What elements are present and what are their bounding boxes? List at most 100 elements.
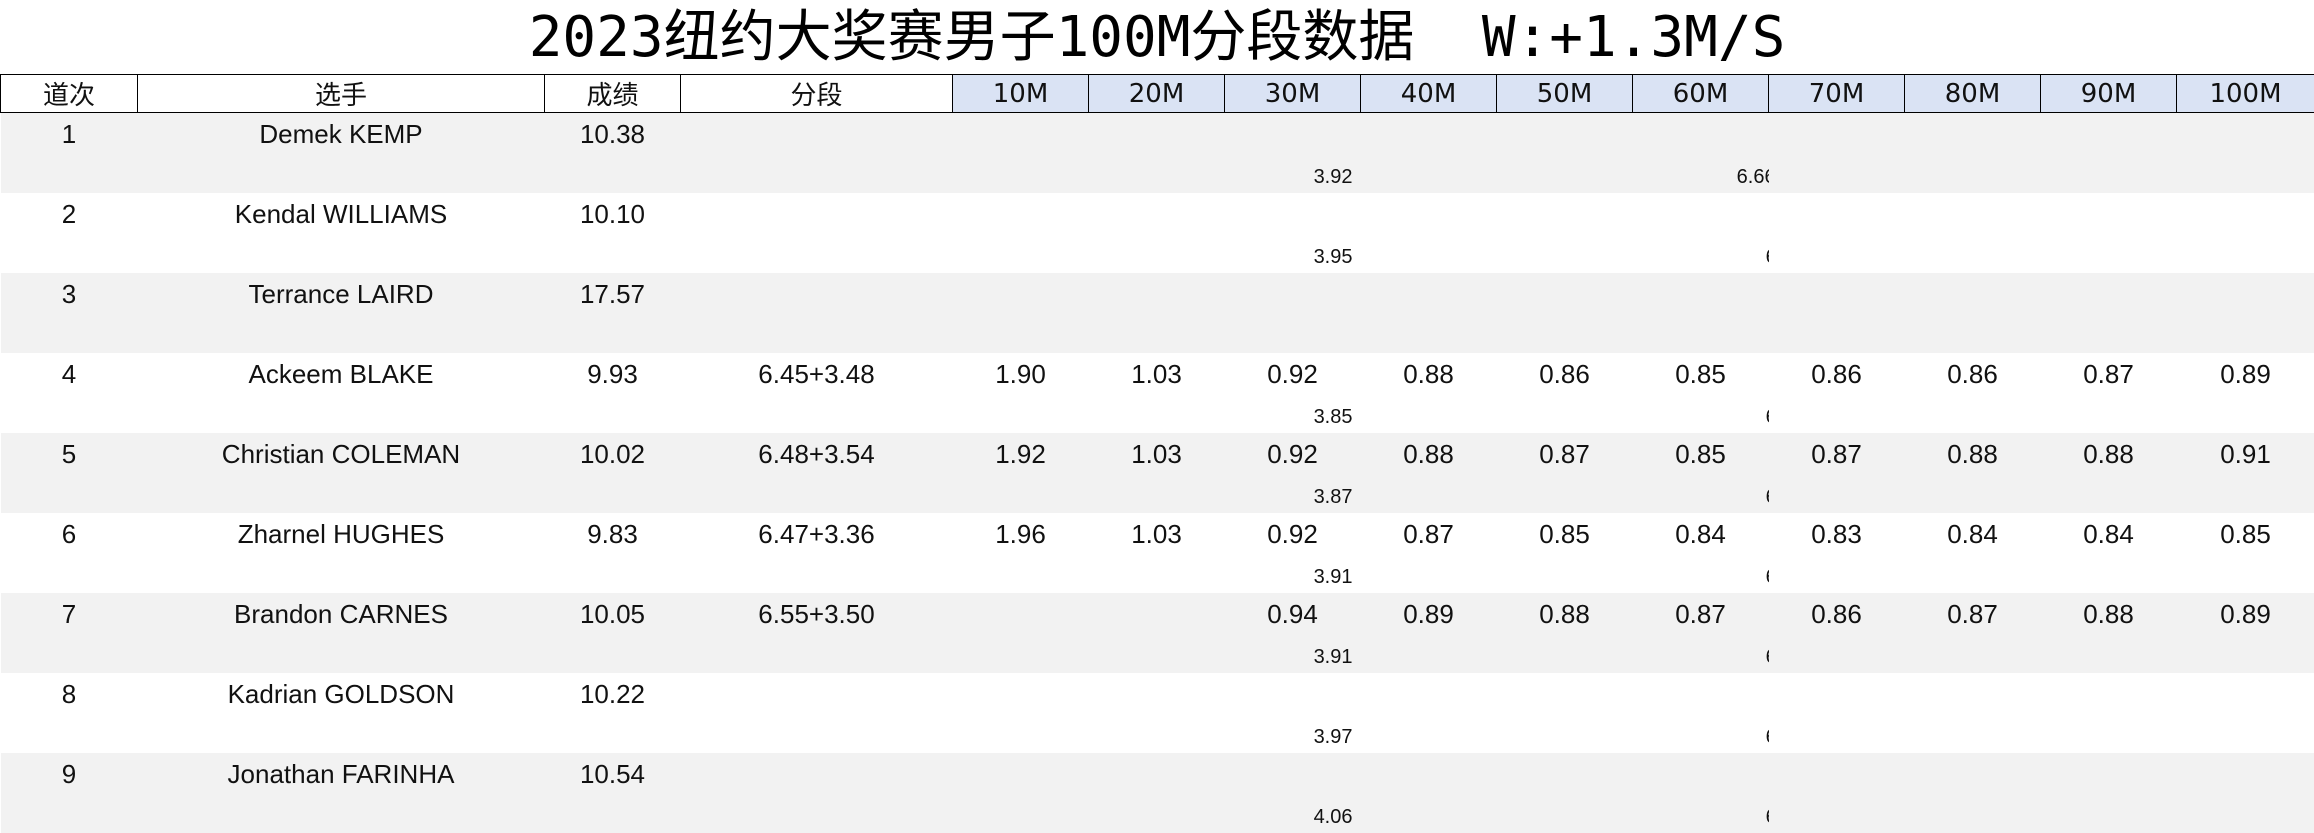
result-time-cell[interactable]: 10.02 [544, 433, 681, 513]
split-60m-cell[interactable]: 0.846.47 [1632, 513, 1805, 593]
result-time-cell[interactable]: 10.54 [544, 753, 681, 833]
split-20m-cell[interactable]: 1.03 [1088, 353, 1225, 433]
header-lane[interactable]: 道次 [0, 74, 138, 113]
athlete-name-cell[interactable]: Zharnel HUGHES [137, 513, 545, 593]
split-10m-cell[interactable]: 1.92 [952, 433, 1089, 513]
lane-number-cell[interactable]: 1 [0, 112, 138, 193]
split-10m-cell[interactable] [952, 193, 1089, 273]
segment-times-cell[interactable] [680, 193, 953, 273]
split-80m-cell[interactable]: 0.88 [1904, 433, 2041, 513]
split-30m-cell[interactable]: 3.92 [1224, 112, 1361, 193]
split-80m-cell[interactable] [1904, 673, 2041, 753]
header-split-70m[interactable]: 70M [1768, 74, 1905, 113]
split-20m-cell[interactable] [1088, 193, 1225, 273]
split-60m-cell[interactable]: 6.61 [1632, 673, 1805, 753]
athlete-name-cell[interactable]: Demek KEMP [137, 112, 545, 193]
split-80m-cell[interactable]: 0.84 [1904, 513, 2041, 593]
segment-times-cell[interactable]: 6.47+3.36 [680, 513, 953, 593]
split-90m-cell[interactable] [2040, 112, 2177, 193]
result-time-cell[interactable]: 10.38 [544, 112, 681, 193]
split-90m-cell[interactable] [2040, 673, 2177, 753]
split-40m-cell[interactable] [1360, 673, 1497, 753]
segment-times-cell[interactable]: 6.45+3.48 [680, 353, 953, 433]
split-50m-cell[interactable] [1496, 753, 1633, 833]
split-50m-cell[interactable] [1496, 112, 1633, 193]
split-40m-cell[interactable] [1360, 273, 1497, 353]
split-100m-cell[interactable] [2176, 112, 2314, 193]
split-100m-cell[interactable] [2176, 753, 2314, 833]
header-split-30m[interactable]: 30M [1224, 74, 1361, 113]
header-split-80m[interactable]: 80M [1904, 74, 2041, 113]
segment-times-cell[interactable]: 6.48+3.54 [680, 433, 953, 513]
split-20m-cell[interactable] [1088, 753, 1225, 833]
split-70m-cell[interactable]: 0.87 [1768, 433, 1905, 513]
split-50m-cell[interactable]: 0.87 [1496, 433, 1633, 513]
athlete-name-cell[interactable]: Terrance LAIRD [137, 273, 545, 353]
split-80m-cell[interactable]: 0.87 [1904, 593, 2041, 673]
result-time-cell[interactable]: 10.22 [544, 673, 681, 753]
split-40m-cell[interactable]: 0.88 [1360, 353, 1497, 433]
split-100m-cell[interactable]: 0.89 [2176, 353, 2314, 433]
split-80m-cell[interactable]: 0.86 [1904, 353, 2041, 433]
header-result[interactable]: 成绩 [544, 74, 681, 113]
split-10m-cell[interactable] [952, 753, 1089, 833]
split-100m-cell[interactable]: 0.89 [2176, 593, 2314, 673]
header-split-100m[interactable]: 100M [2176, 74, 2314, 113]
lane-number-cell[interactable]: 3 [0, 273, 138, 353]
split-90m-cell[interactable]: 0.88 [2040, 433, 2177, 513]
split-30m-cell[interactable]: 0.92 3.87 [1224, 433, 1361, 513]
header-split-90m[interactable]: 90M [2040, 74, 2177, 113]
split-40m-cell[interactable]: 0.87 [1360, 513, 1497, 593]
split-20m-cell[interactable] [1088, 593, 1225, 673]
segment-times-cell[interactable] [680, 673, 953, 753]
split-60m-cell[interactable]: 0.856.48 [1632, 433, 1805, 513]
split-100m-cell[interactable] [2176, 193, 2314, 273]
split-70m-cell[interactable] [1768, 273, 1905, 353]
split-40m-cell[interactable]: 0.88 [1360, 433, 1497, 513]
split-60m-cell[interactable]: 0.876.55 [1632, 593, 1805, 673]
split-70m-cell[interactable] [1768, 112, 1905, 193]
split-10m-cell[interactable]: 1.96 [952, 513, 1089, 593]
split-30m-cell[interactable]: 3.95 [1224, 193, 1361, 273]
split-50m-cell[interactable] [1496, 193, 1633, 273]
result-time-cell[interactable]: 9.93 [544, 353, 681, 433]
header-split-20m[interactable]: 20M [1088, 74, 1225, 113]
split-100m-cell[interactable]: 0.85 [2176, 513, 2314, 593]
split-70m-cell[interactable] [1768, 193, 1905, 273]
split-80m-cell[interactable] [1904, 273, 2041, 353]
split-40m-cell[interactable] [1360, 112, 1497, 193]
athlete-name-cell[interactable]: Brandon CARNES [137, 593, 545, 673]
header-split-60m[interactable]: 60M [1632, 74, 1769, 113]
split-90m-cell[interactable] [2040, 753, 2177, 833]
split-30m-cell[interactable]: 0.94 3.91 [1224, 593, 1361, 673]
split-60m-cell[interactable]: 6.82 [1632, 753, 1805, 833]
split-80m-cell[interactable] [1904, 753, 2041, 833]
split-90m-cell[interactable] [2040, 193, 2177, 273]
header-athlete[interactable]: 选手 [137, 74, 545, 113]
split-90m-cell[interactable]: 0.84 [2040, 513, 2177, 593]
split-20m-cell[interactable]: 1.03 [1088, 433, 1225, 513]
split-10m-cell[interactable] [952, 593, 1089, 673]
athlete-name-cell[interactable]: Ackeem BLAKE [137, 353, 545, 433]
split-10m-cell[interactable] [952, 112, 1089, 193]
result-time-cell[interactable]: 17.57 [544, 273, 681, 353]
segment-times-cell[interactable] [680, 753, 953, 833]
result-time-cell[interactable]: 10.10 [544, 193, 681, 273]
split-40m-cell[interactable] [1360, 193, 1497, 273]
athlete-name-cell[interactable]: Kadrian GOLDSON [137, 673, 545, 753]
split-80m-cell[interactable] [1904, 193, 2041, 273]
result-time-cell[interactable]: 9.83 [544, 513, 681, 593]
header-split-40m[interactable]: 40M [1360, 74, 1497, 113]
split-100m-cell[interactable] [2176, 273, 2314, 353]
athlete-name-cell[interactable]: Christian COLEMAN [137, 433, 545, 513]
lane-number-cell[interactable]: 9 [0, 753, 138, 833]
split-60m-cell[interactable] [1632, 273, 1769, 353]
split-50m-cell[interactable]: 0.86 [1496, 353, 1633, 433]
result-time-cell[interactable]: 10.05 [544, 593, 681, 673]
segment-times-cell[interactable] [680, 273, 953, 353]
split-30m-cell[interactable]: 4.06 [1224, 753, 1361, 833]
split-100m-cell[interactable]: 0.91 [2176, 433, 2314, 513]
split-10m-cell[interactable] [952, 273, 1089, 353]
split-90m-cell[interactable] [2040, 273, 2177, 353]
split-60m-cell[interactable]: 6.66-67 [1632, 112, 1805, 193]
